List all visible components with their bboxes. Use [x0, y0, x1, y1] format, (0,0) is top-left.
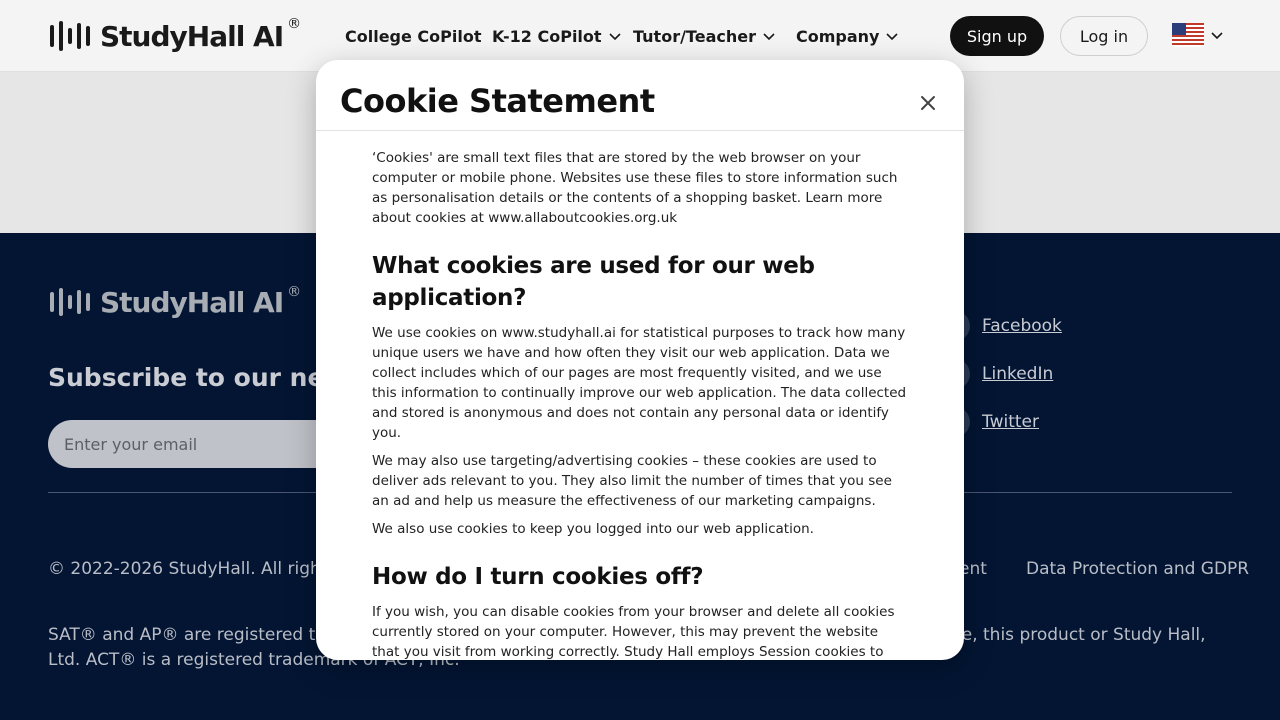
logo-bars-icon: [50, 288, 90, 316]
copyright-text: © 2022-2026 StudyHall. All rights re: [48, 559, 359, 579]
footer-logo[interactable]: StudyHall AI ®: [50, 284, 302, 319]
section-heading: How do I turn cookies off?: [372, 564, 704, 590]
nav-label: College CoPilot: [345, 26, 482, 46]
twitter-link[interactable]: Twitter: [982, 412, 1039, 432]
modal-body[interactable]: ‘Cookies' are small text files that are …: [372, 148, 908, 660]
modal-header: Cookie Statement: [316, 60, 964, 131]
body-paragraph: We may also use targeting/advertising co…: [372, 453, 892, 509]
email-input[interactable]: [48, 420, 338, 468]
linkedin-link[interactable]: LinkedIn: [982, 364, 1053, 384]
logo-text: StudyHall AI: [100, 19, 284, 53]
close-icon[interactable]: [918, 93, 938, 113]
logo-registered-mark: ®: [287, 284, 302, 300]
nav-label: K-12 CoPilot: [492, 26, 602, 46]
cookie-statement-modal: Cookie Statement ‘Cookies' are small tex…: [316, 60, 964, 660]
logo-registered-mark: ®: [287, 16, 302, 32]
body-paragraph: We use cookies on www.studyhall.ai for s…: [372, 325, 907, 441]
login-button[interactable]: Log in: [1060, 16, 1148, 56]
nav-label: Company: [796, 26, 880, 46]
intro-paragraph: ‘Cookies' are small text files that are …: [372, 150, 898, 226]
chevron-down-icon: [1211, 32, 1223, 40]
chevron-down-icon: [608, 33, 621, 41]
footer-link-gdpr[interactable]: Data Protection and GDPR: [1026, 559, 1249, 579]
chevron-down-icon: [763, 33, 775, 41]
body-paragraph: If you wish, you can disable cookies fro…: [372, 604, 895, 660]
chevron-down-icon: [886, 33, 899, 41]
disclaimer-line1-left: SAT® and AP® are registered trade: [48, 625, 354, 645]
logo-text: StudyHall AI: [100, 285, 284, 319]
language-selector[interactable]: [1172, 23, 1224, 47]
logo-bars-icon: [50, 21, 90, 51]
nav-label: Tutor/Teacher: [633, 26, 756, 46]
facebook-link[interactable]: Facebook: [982, 316, 1062, 336]
modal-title: Cookie Statement: [340, 82, 655, 120]
studyhall-logo[interactable]: StudyHall AI ®: [50, 16, 302, 54]
signup-button[interactable]: Sign up: [950, 16, 1044, 56]
body-paragraph: We also use cookies to keep you logged i…: [372, 521, 814, 537]
section-heading: What cookies are used for our web applic…: [372, 253, 815, 311]
us-flag-icon: [1172, 23, 1204, 47]
